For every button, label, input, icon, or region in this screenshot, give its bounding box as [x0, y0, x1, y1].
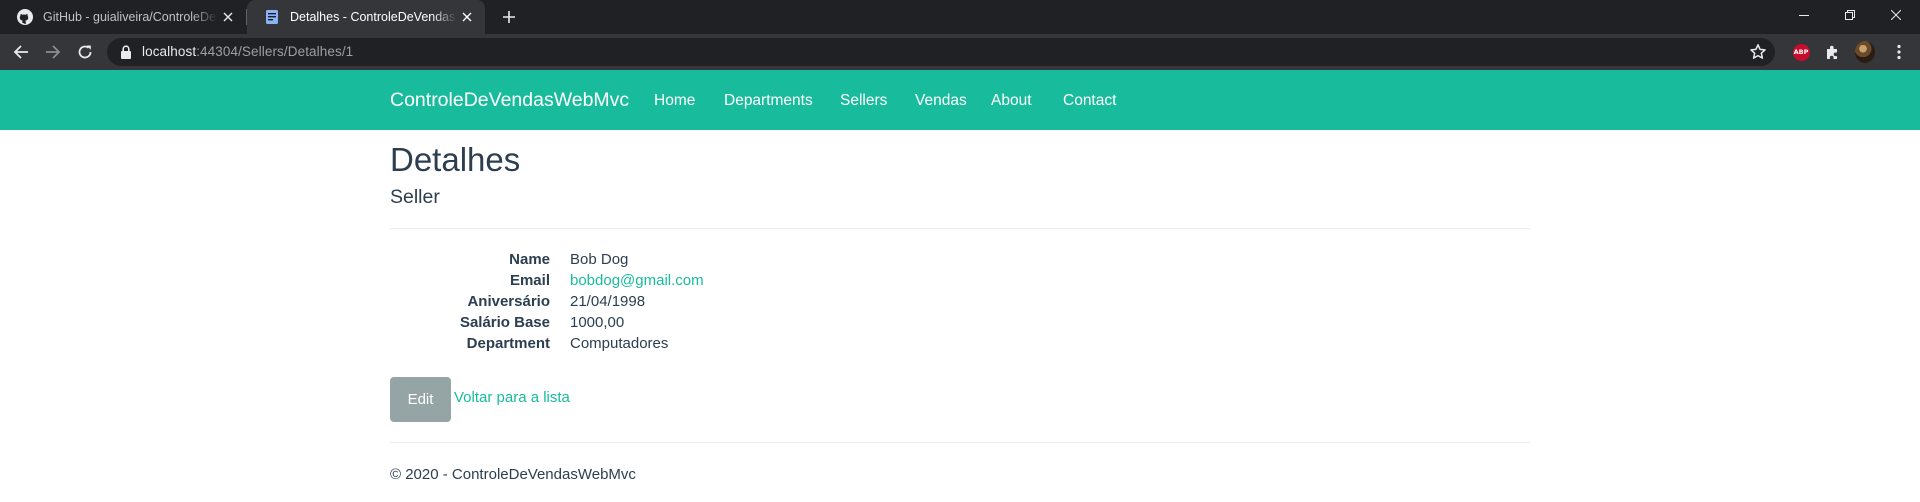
profile-button[interactable] [1855, 41, 1875, 63]
puzzle-icon [1827, 45, 1837, 59]
minimize-icon [1799, 15, 1809, 16]
url-text[interactable]: localhost:44304/Sellers/Detalhes/1 [142, 44, 353, 59]
page-subtitle: Seller [390, 186, 440, 208]
browser-toolbar: localhost:44304/Sellers/Detalhes/1 ABP [0, 34, 1920, 70]
edit-button[interactable]: Edit [390, 377, 451, 422]
github-icon [17, 9, 33, 25]
detail-value: Computadores [570, 335, 669, 352]
nav-link-home[interactable]: Home [654, 92, 695, 110]
email-link[interactable]: bobdog@gmail.com [570, 272, 704, 289]
detail-label: Aniversário [467, 293, 550, 310]
detail-label: Department [466, 335, 550, 352]
tab-github[interactable]: GitHub - guialiveira/ControleDeVendasWeb… [0, 0, 246, 34]
bookmark-star-icon[interactable] [1749, 43, 1767, 61]
document-icon [266, 10, 278, 24]
nav-link-vendas[interactable]: Vendas [915, 92, 967, 110]
tab-title: Detalhes - ControleDeVendasWebMvc [290, 10, 457, 24]
nav-link-contact[interactable]: Contact [1063, 92, 1116, 110]
nav-link-sellers[interactable]: Sellers [840, 92, 887, 110]
nav-link-about[interactable]: About [991, 92, 1032, 110]
browser-menu-button[interactable] [1889, 42, 1909, 62]
page-title: Detalhes [390, 141, 521, 178]
seller-details-list: Name Bob Dog Email bobdog@gmail.com Aniv… [390, 251, 990, 356]
divider [390, 442, 1530, 443]
divider [390, 228, 1530, 229]
extensions-button[interactable] [1823, 42, 1843, 62]
plus-icon [503, 11, 515, 23]
adblock-icon: ABP [1792, 43, 1810, 61]
close-tab-icon[interactable] [218, 7, 238, 27]
detail-row-name: Name Bob Dog [390, 251, 990, 272]
url-host: localhost [142, 44, 197, 59]
adblock-extension-button[interactable]: ABP [1791, 42, 1811, 62]
close-tab-icon[interactable] [457, 7, 477, 27]
back-button[interactable] [9, 40, 33, 64]
detail-value: Bob Dog [570, 251, 629, 268]
browser-tabstrip: GitHub - guialiveira/ControleDeVendasWeb… [0, 0, 1920, 34]
url-path: :44304/Sellers/Detalhes/1 [196, 44, 354, 59]
restore-icon [1845, 10, 1855, 20]
tab-title: GitHub - guialiveira/ControleDeVendasWeb… [43, 10, 218, 24]
detail-label: Email [509, 272, 550, 289]
footer-copyright: © 2020 - ControleDeVendasWebMvc [390, 466, 636, 483]
avatar [1855, 41, 1875, 63]
nav-link-departments[interactable]: Departments [724, 92, 813, 110]
reload-icon [78, 45, 92, 59]
address-bar[interactable]: localhost:44304/Sellers/Detalhes/1 [107, 38, 1775, 66]
minimize-button[interactable] [1781, 0, 1827, 30]
arrow-right-icon [46, 45, 61, 59]
forward-button[interactable] [41, 40, 65, 64]
detail-value: 1000,00 [570, 314, 625, 331]
detail-row-email: Email bobdog@gmail.com [390, 272, 990, 293]
detail-value: 21/04/1998 [570, 293, 646, 310]
restore-button[interactable] [1827, 0, 1873, 30]
new-tab-button[interactable] [497, 5, 521, 29]
detail-row-department: Department Computadores [390, 335, 990, 356]
more-vertical-icon [1897, 44, 1901, 60]
detail-row-base-salary: Salário Base 1000,00 [390, 314, 990, 335]
close-icon [1891, 10, 1901, 20]
detail-label: Salário Base [459, 314, 550, 331]
close-window-button[interactable] [1873, 0, 1919, 30]
site-navbar: ControleDeVendasWebMvc Home Departments … [0, 70, 1920, 130]
detail-label: Name [509, 251, 550, 268]
tab-detalhes[interactable]: Detalhes - ControleDeVendasWebMvc [247, 0, 485, 34]
back-to-list-link[interactable]: Voltar para a lista [454, 389, 570, 406]
detail-row-birthdate: Aniversário 21/04/1998 [390, 293, 990, 314]
lock-icon[interactable] [120, 45, 132, 59]
arrow-left-icon [13, 45, 28, 59]
reload-button[interactable] [73, 40, 97, 64]
navbar-brand[interactable]: ControleDeVendasWebMvc [390, 89, 629, 112]
